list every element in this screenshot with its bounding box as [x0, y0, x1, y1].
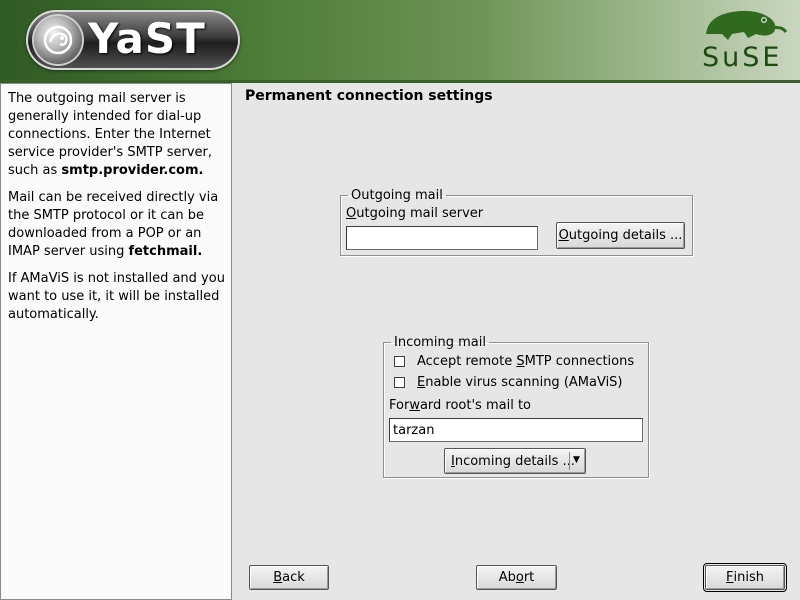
yast-chameleon-icon	[34, 16, 82, 64]
outgoing-mail-legend: Outgoing mail	[351, 188, 443, 203]
incoming-details-menu-button[interactable]: Incoming details ... ▼	[444, 448, 586, 474]
virus-scan-checkbox[interactable]	[394, 377, 405, 388]
chevron-down-icon: ▼	[573, 455, 580, 465]
forward-root-label: Forward root's mail to	[389, 398, 531, 413]
suse-wordmark: SuSE	[702, 42, 783, 73]
incoming-details-label: Incoming details ...	[451, 453, 575, 469]
outgoing-server-input[interactable]	[346, 226, 538, 250]
page-title: Permanent connection settings	[245, 88, 493, 104]
incoming-mail-legend: Incoming mail	[394, 335, 486, 350]
yast-logo: YaST	[26, 10, 240, 70]
abort-button[interactable]: Ab o rt	[476, 565, 557, 590]
finish-button[interactable]: Finish	[703, 563, 787, 592]
back-button[interactable]: Back	[249, 565, 329, 590]
outgoing-details-button[interactable]: Outgoing details ...	[556, 222, 685, 249]
accept-smtp-label[interactable]: Accept remote SMTP connections	[417, 354, 634, 369]
accept-smtp-checkbox[interactable]	[394, 356, 405, 367]
help-paragraph-amavis: If AMaViS is not installed and you want …	[8, 271, 225, 322]
header-banner: YaST SuSE	[0, 0, 800, 80]
virus-scan-label[interactable]: Enable virus scanning (AMaViS)	[417, 375, 623, 390]
help-paragraph-outgoing: The outgoing mail server is generally in…	[8, 91, 213, 178]
outgoing-server-label: Outgoing mail server	[346, 206, 484, 221]
forward-root-input[interactable]	[389, 418, 643, 442]
yast-wordmark: YaST	[88, 14, 206, 63]
help-paragraph-receiving: Mail can be received directly via the SM…	[8, 190, 219, 259]
help-pane: The outgoing mail server is generally in…	[0, 83, 232, 600]
suse-logo: SuSE	[698, 4, 794, 76]
suse-chameleon-icon	[706, 10, 788, 40]
menu-button-separator	[569, 452, 570, 470]
